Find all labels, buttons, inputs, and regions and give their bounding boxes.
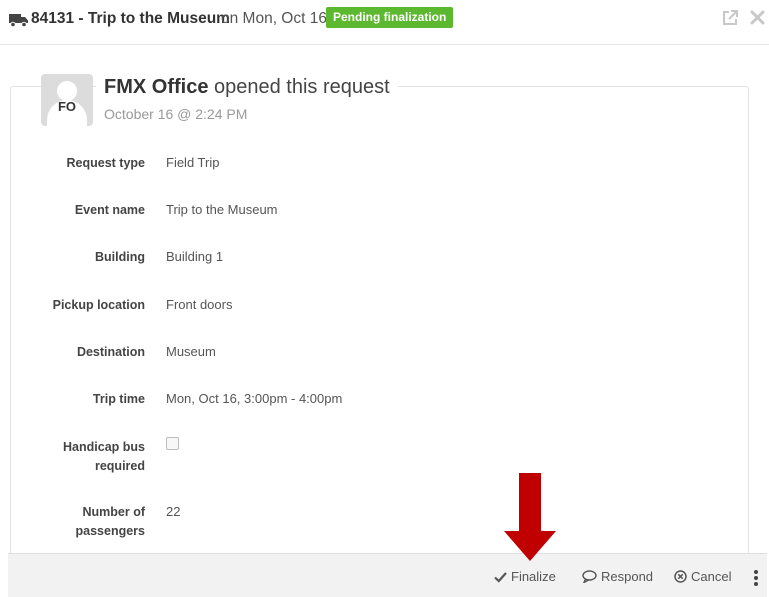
opened-date: October 16 @ 2:24 PM bbox=[104, 106, 248, 122]
truck-icon bbox=[9, 14, 28, 28]
comment-icon bbox=[582, 570, 597, 585]
avatar-head-shape bbox=[57, 81, 77, 101]
field-label-trip-time: Trip time bbox=[92, 392, 145, 406]
request-date: on Mon, Oct 16 bbox=[221, 10, 327, 27]
field-label-pickup-location: Pickup location bbox=[52, 298, 145, 312]
respond-label: Respond bbox=[601, 569, 654, 584]
close-icon[interactable] bbox=[749, 9, 766, 26]
field-value-pickup-location: Front doors bbox=[166, 297, 233, 312]
handicap-bus-checkbox[interactable] bbox=[166, 437, 179, 450]
field-value-event-name: Trip to the Museum bbox=[166, 202, 278, 217]
cancel-button[interactable]: Cancel bbox=[674, 563, 731, 591]
field-label-building: Building bbox=[95, 250, 145, 264]
avatar: FO bbox=[41, 74, 93, 126]
field-value-request-type: Field Trip bbox=[166, 155, 220, 170]
field-label-destination: Destination bbox=[76, 345, 145, 359]
opener-action: opened this request bbox=[214, 76, 390, 98]
field-label-handicap-bus-line2: required bbox=[94, 459, 145, 473]
action-footer bbox=[8, 553, 767, 597]
more-options-icon[interactable] bbox=[752, 569, 760, 587]
field-value-destination: Museum bbox=[166, 344, 216, 359]
field-value-building: Building 1 bbox=[166, 249, 224, 264]
finalize-label: Finalize bbox=[511, 569, 556, 584]
field-value-trip-time: Mon, Oct 16, 3:00pm - 4:00pm bbox=[166, 391, 343, 406]
status-badge: Pending finalization bbox=[326, 7, 454, 28]
field-label-passengers-line2: passengers bbox=[75, 524, 145, 538]
field-label-event-name: Event name bbox=[74, 203, 145, 217]
check-icon bbox=[494, 572, 507, 583]
red-arrow-annotation bbox=[504, 473, 556, 561]
field-label-request-type: Request type bbox=[66, 156, 146, 170]
dialog-header: 84131 - Trip to the Museum on Mon, Oct 1… bbox=[0, 0, 769, 45]
cancel-circle-icon bbox=[674, 570, 687, 583]
finalize-button[interactable]: Finalize bbox=[494, 563, 556, 591]
opener-line: FMX Office opened this request bbox=[96, 76, 398, 99]
field-value-passengers: 22 bbox=[166, 504, 181, 519]
external-link-icon[interactable] bbox=[721, 9, 739, 27]
request-title: 84131 - Trip to the Museum bbox=[31, 10, 230, 27]
opener-name: FMX Office bbox=[104, 76, 209, 98]
cancel-label: Cancel bbox=[691, 569, 732, 584]
respond-button[interactable]: Respond bbox=[582, 563, 653, 591]
avatar-initials: FO bbox=[57, 99, 77, 114]
